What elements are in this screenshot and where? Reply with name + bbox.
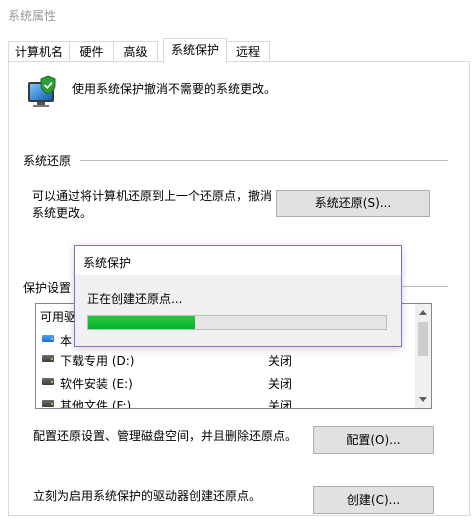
drive-icon [42,355,54,362]
configure-button[interactable]: 配置(O)... [313,426,434,454]
restore-divider [80,160,448,161]
title-bar: 系统属性 [0,0,474,30]
scroll-up-icon[interactable] [419,310,427,315]
drive-row[interactable]: 其他文件 (F:) 关闭 [36,395,416,409]
progress-fill [88,316,196,329]
system-protection-progress-dialog: 系统保护 正在创建还原点... [74,245,402,347]
drive-status: 关闭 [268,399,293,409]
progress-bar [87,315,387,330]
scroll-down-icon[interactable] [419,397,427,402]
drive-status: 关闭 [268,354,293,368]
system-restore-button[interactable]: 系统还原(S)... [276,190,430,217]
system-drive-icon [42,335,54,342]
dialog-title: 系统保护 [83,256,132,270]
tab-system-protection[interactable]: 系统保护 [163,38,227,63]
create-description: 立刻为启用系统保护的驱动器创建还原点。 [33,489,262,503]
drive-icon [42,400,54,407]
protection-section-label: 保护设置 [23,281,72,295]
dialog-body: 正在创建还原点... [75,275,401,346]
computer-shield-icon [28,75,56,107]
tab-strip: 计算机名 硬件 高级 系统保护 远程 [0,38,474,63]
tab-computer-name[interactable]: 计算机名 [8,41,70,61]
restore-section-label: 系统还原 [23,154,72,168]
intro-text: 使用系统保护撤消不需要的系统更改。 [72,82,277,96]
create-button[interactable]: 创建(C)... [313,486,434,514]
drive-row[interactable]: 下载专用 (D:) 关闭 [36,350,416,368]
drive-name: 软件安装 (E:) [60,377,133,391]
window-title: 系统属性 [8,9,57,23]
list-header-available-drives: 可用驱 [40,310,77,324]
drive-name: 下载专用 (D:) [60,354,135,368]
restore-description-line2: 系统更改。 [32,206,93,220]
drive-row[interactable]: 软件安装 (E:) 关闭 [36,373,416,391]
restore-description: 可以通过将计算机还原到上一个还原点，撤消 系统更改。 [32,188,272,222]
configure-description: 配置还原设置、管理磁盘空间，并且删除还原点。 [33,429,298,443]
dialog-status-text: 正在创建还原点... [87,292,183,306]
tab-advanced[interactable]: 高级 [113,41,158,61]
scroll-thumb[interactable] [418,322,428,356]
restore-description-line1: 可以通过将计算机还原到上一个还原点，撤消 [32,189,273,203]
tab-remote[interactable]: 远程 [226,41,270,61]
drive-name: 本 [60,334,73,348]
drive-name: 其他文件 (F:) [60,399,132,409]
drive-icon [42,378,54,385]
list-scrollbar[interactable] [415,304,431,408]
tab-hardware[interactable]: 硬件 [69,41,114,61]
drive-status: 关闭 [268,377,293,391]
